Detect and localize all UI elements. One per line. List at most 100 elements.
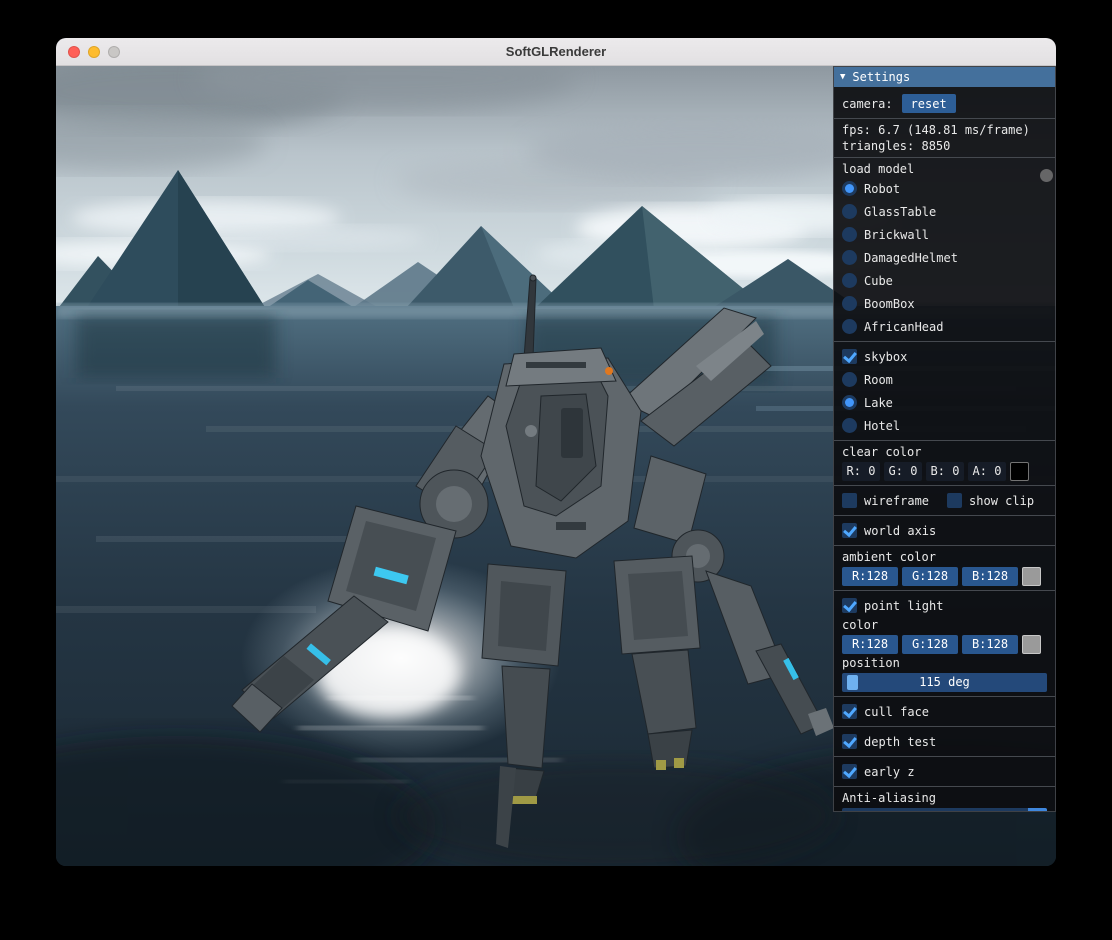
checkbox-icon[interactable] bbox=[842, 349, 857, 364]
chevron-down-icon[interactable]: ▼ bbox=[1028, 807, 1047, 811]
position-label: position bbox=[842, 656, 900, 670]
checkbox-icon[interactable] bbox=[842, 493, 857, 508]
world-axis-label: world axis bbox=[864, 523, 937, 538]
skybox-label: skybox bbox=[864, 349, 908, 364]
point-light-row[interactable]: point light bbox=[834, 594, 1055, 617]
anti-aliasing-label: Anti-aliasing bbox=[842, 791, 936, 805]
cull-face-row[interactable]: cull face bbox=[834, 700, 1055, 723]
skybox-option-lake[interactable]: Lake bbox=[834, 391, 1055, 414]
radio-icon[interactable] bbox=[842, 319, 857, 334]
checkbox-icon[interactable] bbox=[842, 734, 857, 749]
light-g-field[interactable]: G:128 bbox=[902, 634, 958, 654]
triangles-text: triangles: 8850 bbox=[842, 139, 951, 153]
checkbox-icon[interactable] bbox=[947, 493, 963, 508]
show-clip-label: show clip bbox=[969, 493, 1035, 508]
settings-header[interactable]: ▼ Settings bbox=[834, 67, 1055, 87]
clear-color-label: clear color bbox=[842, 445, 922, 459]
ambient-color-swatch[interactable] bbox=[1022, 566, 1041, 586]
ambient-b-field[interactable]: B:128 bbox=[962, 566, 1018, 586]
checkbox-icon[interactable] bbox=[842, 598, 857, 613]
radio-icon[interactable] bbox=[842, 227, 857, 242]
skybox-option-label: Hotel bbox=[864, 418, 901, 433]
separator bbox=[834, 341, 1055, 342]
app-window: SoftGLRenderer ▼ Settings camera: reset … bbox=[56, 38, 1056, 866]
model-option-label: Cube bbox=[864, 273, 893, 288]
clear-b-field[interactable]: B: 0 bbox=[926, 461, 964, 481]
window-controls bbox=[68, 38, 120, 65]
separator bbox=[834, 696, 1055, 697]
checkbox-icon[interactable] bbox=[842, 764, 857, 779]
depth-test-row[interactable]: depth test bbox=[834, 730, 1055, 753]
point-light-label: point light bbox=[864, 598, 944, 613]
radio-icon[interactable] bbox=[842, 273, 857, 288]
position-slider-row: 115 deg bbox=[834, 671, 1055, 693]
light-r-field[interactable]: R:128 bbox=[842, 634, 898, 654]
radio-icon[interactable] bbox=[842, 395, 857, 410]
aa-combo[interactable]: FXAA ▼ bbox=[842, 807, 1047, 811]
separator bbox=[834, 786, 1055, 787]
separator bbox=[834, 756, 1055, 757]
model-option-robot[interactable]: Robot bbox=[834, 177, 1055, 200]
settings-panel: ▼ Settings camera: reset fps: 6.7 (148.8… bbox=[833, 66, 1056, 812]
light-position-slider[interactable]: 115 deg bbox=[842, 672, 1047, 692]
ambient-color-label: ambient color bbox=[842, 550, 936, 564]
early-z-row[interactable]: early z bbox=[834, 760, 1055, 783]
separator bbox=[834, 157, 1055, 158]
aa-combo-row: FXAA ▼ bbox=[834, 806, 1055, 811]
scrollbar-grab[interactable] bbox=[1040, 169, 1053, 182]
clear-color-row: R: 0 G: 0 B: 0 A: 0 bbox=[834, 460, 1055, 482]
ambient-g-field[interactable]: G:128 bbox=[902, 566, 958, 586]
checkbox-icon[interactable] bbox=[842, 523, 857, 538]
radio-icon[interactable] bbox=[842, 418, 857, 433]
skybox-checkbox-row[interactable]: skybox bbox=[834, 345, 1055, 368]
clear-color-swatch[interactable] bbox=[1010, 461, 1029, 481]
skybox-option-room[interactable]: Room bbox=[834, 368, 1055, 391]
radio-icon[interactable] bbox=[842, 372, 857, 387]
world-axis-row[interactable]: world axis bbox=[834, 519, 1055, 542]
camera-label: camera: bbox=[842, 96, 893, 111]
clear-a-field[interactable]: A: 0 bbox=[968, 461, 1006, 481]
ambient-color-row: R:128 G:128 B:128 bbox=[834, 565, 1055, 587]
slider-value: 115 deg bbox=[919, 675, 970, 689]
light-color-row: R:128 G:128 B:128 bbox=[834, 633, 1055, 655]
cull-face-label: cull face bbox=[864, 704, 930, 719]
checkbox-icon[interactable] bbox=[842, 704, 857, 719]
skybox-option-label: Room bbox=[864, 372, 893, 387]
radio-icon[interactable] bbox=[842, 204, 857, 219]
collapse-arrow-icon[interactable]: ▼ bbox=[840, 72, 845, 82]
light-color-swatch[interactable] bbox=[1022, 634, 1041, 654]
camera-reset-button[interactable]: reset bbox=[901, 94, 956, 113]
ambient-r-field[interactable]: R:128 bbox=[842, 566, 898, 586]
model-option-boombox[interactable]: BoomBox bbox=[834, 292, 1055, 315]
model-option-label: BoomBox bbox=[864, 296, 915, 311]
skybox-option-hotel[interactable]: Hotel bbox=[834, 414, 1055, 437]
light-b-field[interactable]: B:128 bbox=[962, 634, 1018, 654]
model-option-glasstable[interactable]: GlassTable bbox=[834, 200, 1055, 223]
radio-icon[interactable] bbox=[842, 296, 857, 311]
model-option-cube[interactable]: Cube bbox=[834, 269, 1055, 292]
separator bbox=[834, 440, 1055, 441]
window-title: SoftGLRenderer bbox=[505, 44, 607, 59]
model-option-brickwall[interactable]: Brickwall bbox=[834, 223, 1055, 246]
minimize-button[interactable] bbox=[88, 45, 100, 58]
separator bbox=[834, 590, 1055, 591]
model-option-damagedhelmet[interactable]: DamagedHelmet bbox=[834, 246, 1055, 269]
radio-icon[interactable] bbox=[842, 181, 857, 196]
3d-viewport[interactable]: ▼ Settings camera: reset fps: 6.7 (148.8… bbox=[56, 66, 1056, 866]
radio-icon[interactable] bbox=[842, 250, 857, 265]
wireframe-label: wireframe bbox=[864, 493, 930, 508]
clear-g-field[interactable]: G: 0 bbox=[884, 461, 922, 481]
separator bbox=[834, 726, 1055, 727]
fps-text: fps: 6.7 (148.81 ms/frame) bbox=[842, 123, 1030, 137]
zoom-button[interactable] bbox=[108, 45, 120, 58]
model-option-label: Robot bbox=[864, 181, 901, 196]
titlebar[interactable]: SoftGLRenderer bbox=[56, 38, 1056, 66]
load-model-label: load model bbox=[842, 162, 915, 176]
model-option-africanhead[interactable]: AfricanHead bbox=[834, 315, 1055, 338]
depth-test-label: depth test bbox=[864, 734, 937, 749]
close-button[interactable] bbox=[68, 45, 80, 58]
clear-r-field[interactable]: R: 0 bbox=[842, 461, 880, 481]
camera-row: camera: reset bbox=[834, 92, 1055, 115]
settings-title: Settings bbox=[852, 70, 911, 84]
early-z-label: early z bbox=[864, 764, 915, 779]
